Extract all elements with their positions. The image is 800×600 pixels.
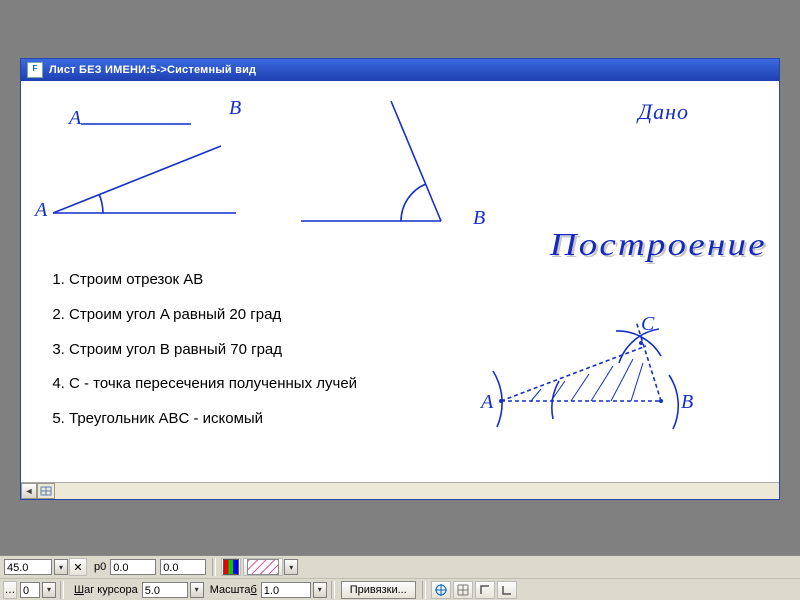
toolbar-row-1: 45.0 ▾ ✕ p0 0.0 0.0 ▾ <box>0 556 800 578</box>
ortho1-icon[interactable] <box>475 581 495 599</box>
p0-y-field[interactable]: 0.0 <box>160 559 206 575</box>
document-area[interactable]: A B A B Дано Построение Строим отрезок A… <box>21 81 779 483</box>
scale-dropdown[interactable]: ▾ <box>313 582 327 598</box>
bottom-toolbars: 45.0 ▾ ✕ p0 0.0 0.0 ▾ … 0 ▾ Шаг курсора … <box>0 555 800 600</box>
hatch-swatch-icon[interactable] <box>243 558 283 576</box>
index-dropdown[interactable]: ▾ <box>42 582 56 598</box>
figure-angle-b <box>281 91 511 261</box>
angle-field[interactable]: 45.0 <box>4 559 52 575</box>
hatch-dropdown[interactable]: ▾ <box>284 559 298 575</box>
step-item: Строим угол B равный 70 град <box>69 341 393 360</box>
snap-button[interactable]: Привязки... <box>341 581 416 599</box>
p0-x-field[interactable]: 0.0 <box>110 559 156 575</box>
index-field[interactable]: 0 <box>20 582 40 598</box>
grid-icon[interactable] <box>453 581 473 599</box>
step-item: Треугольник ABC - искомый <box>69 410 393 429</box>
p0-label: p0 <box>94 561 106 573</box>
label-a-low: A <box>35 199 47 222</box>
figure-triangle-abc <box>461 301 721 441</box>
cad-child-window: F Лист БЕЗ ИМЕНИ:5->Системный вид A B A … <box>20 58 780 500</box>
scale-field[interactable]: 1.0 <box>261 582 311 598</box>
label-tri-b: B <box>681 391 693 414</box>
titlebar[interactable]: F Лист БЕЗ ИМЕНИ:5->Системный вид <box>21 59 779 82</box>
doc-icon: F <box>27 62 43 78</box>
view-switch-icon[interactable] <box>37 483 55 499</box>
step-label: Шаг курсора <box>74 584 138 596</box>
scale-label: Масштаб <box>210 584 257 596</box>
heading-dano: Дано <box>638 99 689 125</box>
toolbar-row-2: … 0 ▾ Шаг курсора 5.0 ▾ Масштаб 1.0 ▾ Пр… <box>0 578 800 600</box>
window-title: Лист БЕЗ ИМЕНИ:5->Системный вид <box>49 64 256 76</box>
step-item: C - точка пересечения полученных лучей <box>69 375 393 394</box>
ortho2-icon[interactable] <box>497 581 517 599</box>
figure-segment-and-angle-a <box>31 91 261 261</box>
horizontal-scrollbar[interactable]: ◄ <box>21 482 779 499</box>
step-item: Строим отрезок AB <box>69 271 393 290</box>
label-b-top: B <box>229 97 241 120</box>
color-swatch-icon[interactable] <box>221 558 241 576</box>
label-tri-a: A <box>481 391 493 414</box>
step-item: Строим угол A равный 20 град <box>69 306 393 325</box>
label-b-low: B <box>473 207 485 230</box>
step-dropdown[interactable]: ▾ <box>190 582 204 598</box>
scroll-left-button[interactable]: ◄ <box>21 483 37 499</box>
label-tri-c: C <box>641 313 654 336</box>
steps-list: Строим отрезок AB Строим угол A равный 2… <box>43 271 393 445</box>
label-a-top: A <box>69 107 81 130</box>
menu-expand-icon[interactable]: … <box>3 581 17 599</box>
snap-settings-icon[interactable] <box>431 581 451 599</box>
heading-postroenie: Построение <box>550 226 767 263</box>
step-field[interactable]: 5.0 <box>142 582 188 598</box>
toggle-x-icon[interactable]: ✕ <box>69 558 87 576</box>
angle-dropdown[interactable]: ▾ <box>54 559 68 575</box>
